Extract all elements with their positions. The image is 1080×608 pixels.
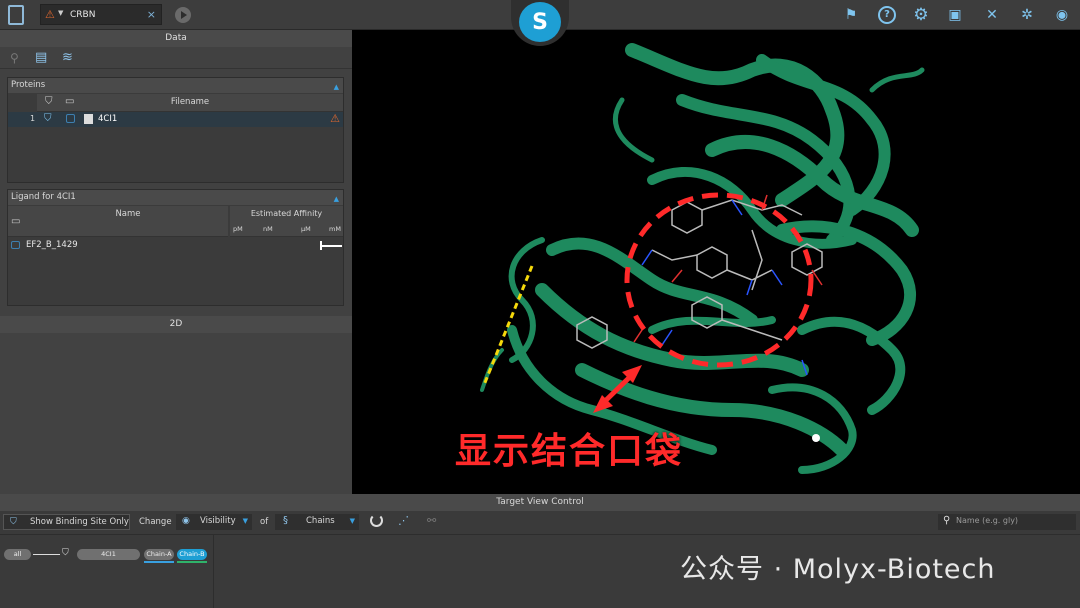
- tools-icon[interactable]: ✕: [983, 6, 1001, 24]
- proteins-column-header: ⛉ ▭ Filename: [37, 94, 343, 112]
- unit-um: µM: [301, 225, 311, 233]
- shield-icon[interactable]: ⛉: [62, 548, 69, 558]
- search-placeholder: Name (e.g. gly): [956, 516, 1019, 525]
- proteins-title-bar: Proteins ▲: [8, 78, 343, 93]
- eye-icon: ◉: [182, 516, 190, 526]
- distance-icon[interactable]: ⋰: [398, 514, 409, 527]
- shield-icon: ⛉: [10, 517, 17, 527]
- data-toolbar: ⚲ ▤ ≋: [0, 47, 352, 69]
- binding-pocket-annotation: 显示结合口袋: [455, 431, 684, 472]
- docking-alert-icon[interactable]: ⚑: [842, 6, 860, 24]
- visibility-label: Visibility: [200, 516, 236, 526]
- tab-crbn[interactable]: ⚠ ▼ CRBN ×: [40, 4, 162, 25]
- affinity-header: Estimated Affinity pM nM µM mM: [230, 206, 343, 237]
- visibility-dropdown[interactable]: ◉ Visibility ▼: [176, 514, 252, 530]
- table-row[interactable]: 1 ⛉ 4CI1 ⚠: [8, 112, 343, 127]
- connector-line: [33, 554, 60, 555]
- molecule-tools-icon[interactable]: ✲: [1018, 6, 1036, 24]
- 3d-viewer[interactable]: 显示结合口袋: [352, 30, 1080, 494]
- ligand-name-header: ▭ Name: [8, 206, 228, 237]
- unit-nm: nM: [263, 225, 273, 233]
- affinity-bar: [320, 245, 342, 247]
- chain-a-indicator: [144, 561, 174, 563]
- eye-icon[interactable]: ◉: [1053, 6, 1071, 24]
- reset-icon[interactable]: [370, 514, 383, 527]
- chains-dropdown[interactable]: § Chains ▼: [275, 514, 359, 530]
- chevron-down-icon[interactable]: ▼: [58, 9, 63, 17]
- divider: [213, 534, 214, 608]
- list-item[interactable]: EF2_B_1429: [8, 239, 343, 252]
- document-icon[interactable]: [8, 5, 24, 25]
- ligand-panel: Ligand for 4CI1 ▲ ▭ Name Estimated Affin…: [7, 189, 344, 306]
- ligand-title-bar: Ligand for 4CI1 ▲: [8, 190, 343, 205]
- unit-pm: pM: [233, 225, 243, 233]
- unit-mm: mM: [329, 225, 341, 233]
- settings-icon[interactable]: ⚙: [912, 6, 930, 24]
- data-panel: Data ⚲ ▤ ≋ Proteins ▲ ⛉ ▭ Filename 1 ⛉ 4…: [0, 30, 352, 494]
- residue-search-input[interactable]: ⚲ Name (e.g. gly): [938, 514, 1076, 530]
- filename-header: Filename: [170, 97, 210, 107]
- monitor-icon[interactable]: ▣: [946, 6, 964, 24]
- collapse-icon[interactable]: ▲: [334, 192, 339, 207]
- of-label: of: [260, 517, 269, 527]
- protein-chip[interactable]: 4CI1: [77, 549, 140, 560]
- name-header: Name: [115, 209, 141, 219]
- affinity-bar-tick: [320, 241, 322, 250]
- save-icon[interactable]: ▤: [35, 50, 47, 65]
- target-view-title: Target View Control: [0, 494, 1080, 511]
- divider: [0, 534, 1080, 535]
- affinity-title: Estimated Affinity: [250, 209, 323, 218]
- ribbon-icon: §: [283, 515, 288, 526]
- play-icon[interactable]: [175, 7, 191, 23]
- chevron-down-icon: ▼: [349, 517, 355, 525]
- link-icon[interactable]: ⚯: [427, 514, 436, 527]
- warning-icon: ⚠: [45, 8, 55, 21]
- data-header: Data: [0, 30, 352, 47]
- proteins-panel: Proteins ▲ ⛉ ▭ Filename 1 ⛉ 4CI1 ⚠: [7, 77, 344, 183]
- shield-icon[interactable]: ⛉: [44, 113, 52, 124]
- row-index: 1: [30, 114, 36, 123]
- file-icon: [84, 114, 93, 124]
- show-binding-label: Show Binding Site Only: [30, 517, 129, 527]
- warning-icon[interactable]: ⚠: [330, 112, 340, 125]
- chains-label: Chains: [306, 516, 335, 526]
- watermark: 公众号 · Molyx-Biotech: [680, 554, 996, 585]
- ligand-name: EF2_B_1429: [26, 240, 78, 250]
- show-binding-site-toggle[interactable]: ⛉ Show Binding Site Only: [3, 514, 130, 530]
- search-icon: ⚲: [943, 515, 951, 526]
- user-icon[interactable]: ⚲: [10, 51, 19, 65]
- close-icon[interactable]: ×: [147, 8, 156, 21]
- ligand-title: Ligand for 4CI1: [11, 192, 76, 202]
- chevron-down-icon: ▼: [242, 517, 248, 525]
- change-label: Change: [139, 517, 172, 527]
- help-icon[interactable]: ?: [878, 6, 896, 24]
- load-icon[interactable]: ≋: [62, 50, 73, 65]
- 2d-header: 2D: [0, 316, 352, 333]
- tab-label: CRBN: [70, 10, 96, 20]
- chain-b-chip[interactable]: Chain-B: [177, 549, 207, 560]
- protein-name: 4CI1: [98, 114, 118, 124]
- logo-icon: S: [519, 2, 561, 42]
- collapse-icon[interactable]: ▲: [334, 80, 339, 95]
- all-chip[interactable]: all: [4, 549, 31, 560]
- chain-a-chip[interactable]: Chain-A: [144, 549, 174, 560]
- comment-icon[interactable]: [11, 241, 20, 249]
- proteins-title: Proteins: [11, 80, 46, 90]
- chain-b-indicator: [177, 561, 207, 563]
- comment-icon[interactable]: [66, 114, 75, 123]
- 2d-view[interactable]: [0, 333, 352, 494]
